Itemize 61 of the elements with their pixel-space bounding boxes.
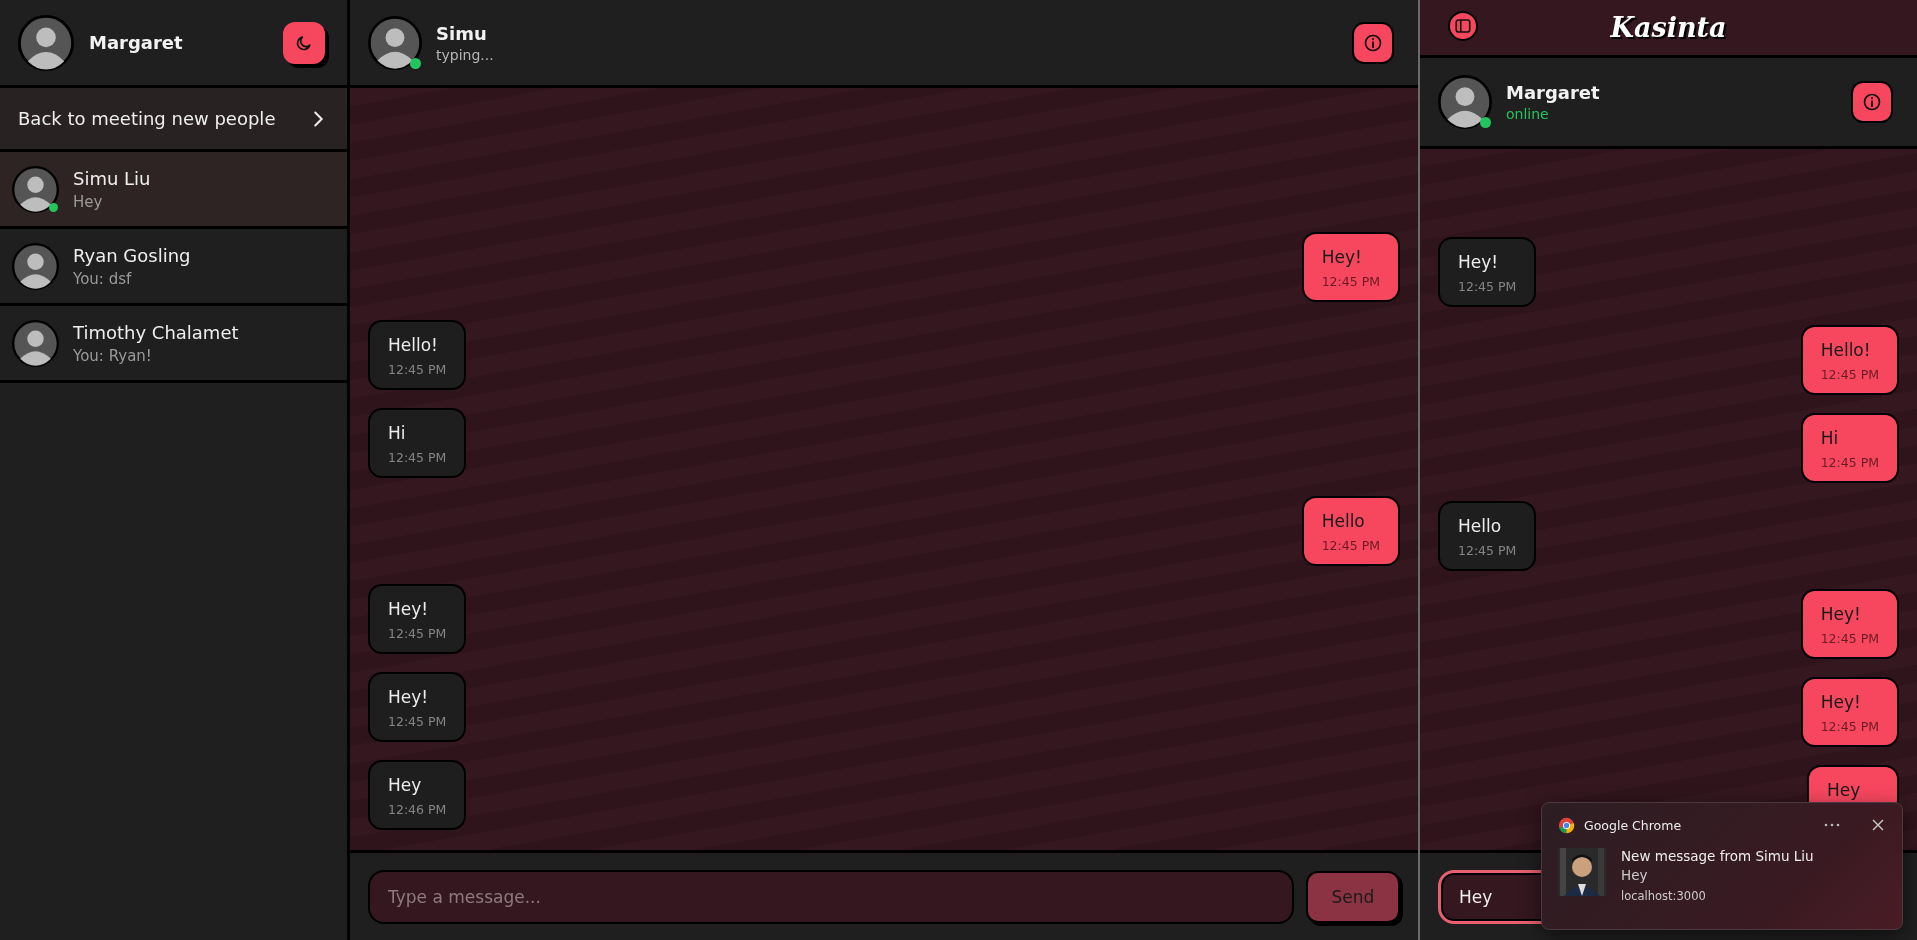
message-text: Hey!	[1820, 691, 1862, 713]
message-time: 12:45 PM	[1820, 631, 1879, 646]
message-preview: Hey	[73, 192, 104, 211]
message-text: Hey!	[388, 598, 430, 620]
message-time: 12:45 PM	[388, 714, 447, 729]
notification-body: Hey	[1621, 867, 1649, 883]
browser-icon	[1558, 816, 1575, 834]
message-text: Hey!	[1820, 603, 1862, 625]
avatar	[12, 319, 59, 367]
avatar	[1438, 75, 1492, 129]
message-text: Hello!	[388, 334, 439, 356]
message-text: Hey	[388, 774, 423, 796]
back-link[interactable]: Back to meeting new people	[0, 88, 347, 152]
info-icon	[1862, 92, 1882, 112]
info-button[interactable]	[1851, 81, 1893, 123]
app-name: Google Chrome	[1584, 817, 1682, 833]
app-logo: Kasinta	[1610, 12, 1727, 43]
message-time: 12:45 PM	[1820, 719, 1879, 734]
message-preview: You: Ryan!	[73, 346, 153, 365]
sidebar-toggle-button[interactable]	[1448, 11, 1478, 41]
message-input[interactable]: Type a message...	[368, 869, 1294, 924]
message-time: 12:45 PM	[1458, 543, 1517, 558]
message-time: 12:45 PM	[388, 626, 447, 641]
sidebar-icon	[1454, 17, 1472, 35]
info-icon	[1363, 32, 1383, 53]
avatar	[12, 165, 59, 213]
contact-name: Margaret	[1506, 82, 1600, 103]
message-text: Hello	[1321, 510, 1366, 532]
avatar	[12, 242, 59, 290]
info-button[interactable]	[1352, 21, 1394, 64]
notification-source: localhost:3000	[1621, 889, 1707, 903]
message-text: Hello!	[1820, 339, 1872, 361]
message-text: Hey!	[388, 686, 430, 708]
contact-name: Timothy Chalamet	[73, 321, 239, 343]
message-time: 12:45 PM	[388, 362, 447, 377]
message-time: 12:45 PM	[1820, 367, 1879, 382]
message-time: 12:45 PM	[1321, 538, 1380, 553]
message-text: Hey	[1827, 779, 1862, 801]
contact-status: typing...	[436, 46, 494, 63]
message-time: 12:45 PM	[1321, 274, 1380, 289]
contact-name: Ryan Gosling	[73, 244, 191, 266]
message-text: Hey!	[1458, 251, 1500, 273]
message-time: 12:45 PM	[1820, 455, 1879, 470]
message-time: 12:45 PM	[1458, 279, 1517, 294]
close-icon[interactable]	[1870, 817, 1886, 833]
back-link-label: Back to meeting new people	[18, 108, 277, 129]
contact-status: online	[1506, 106, 1550, 122]
contact-name: Simu Liu	[73, 167, 151, 189]
message-text: Hi	[1820, 427, 1840, 449]
contact-item[interactable]: Simu Liu Hey	[0, 152, 347, 229]
avatar	[18, 14, 74, 71]
notification-title: New message from Simu Liu	[1621, 848, 1814, 864]
message-text: Hi	[388, 422, 407, 444]
avatar	[368, 15, 422, 70]
message-text: Hello	[1458, 515, 1503, 537]
user-name: Margaret	[89, 32, 183, 53]
contact-name: Simu	[436, 22, 488, 44]
message-text: Hey!	[1321, 246, 1363, 268]
message-time: 12:45 PM	[388, 450, 447, 465]
message-time: 12:46 PM	[388, 802, 447, 817]
message-preview: You: dsf	[73, 269, 133, 288]
